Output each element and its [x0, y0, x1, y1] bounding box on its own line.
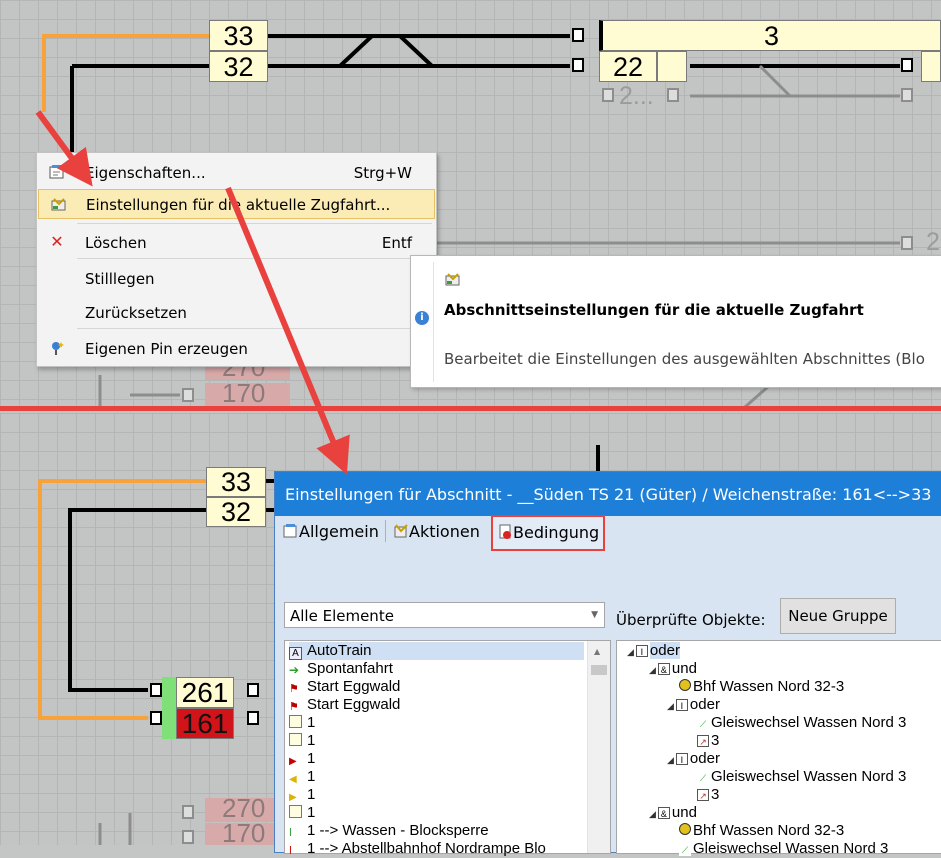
switch-icon: ⟋: [679, 844, 691, 856]
annotation-arrow-to-menu: [35, 110, 93, 187]
annotation-arrows: [35, 110, 350, 475]
annotation-arrow-to-dialog: [225, 186, 350, 475]
route-icon: ǀ: [289, 845, 292, 857]
